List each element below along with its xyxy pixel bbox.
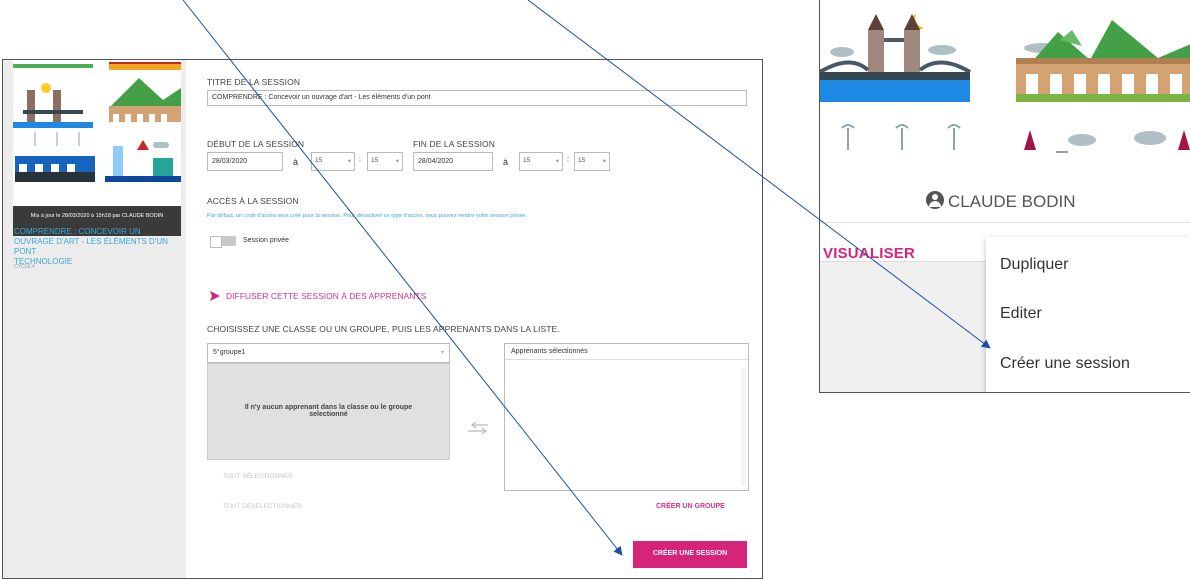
chevron-down-icon: ▾ <box>602 158 606 165</box>
chevron-down-icon: ▾ <box>555 158 559 165</box>
start-hour-select[interactable]: 15 ▾ <box>311 152 355 171</box>
access-label: ACCÈS À LA SESSION <box>207 196 299 206</box>
course-thumbnail <box>13 60 181 206</box>
course-cycle: CYCLE 4 <box>14 264 35 270</box>
chevron-down-icon: ▾ <box>395 158 399 165</box>
start-date-input[interactable]: 28/03/2020 <box>207 152 283 171</box>
selected-learners-header: Apprenants sélectionnés <box>505 344 748 360</box>
end-at-text: à <box>503 157 509 167</box>
create-session-button[interactable]: CRÉER UNE SESSION <box>633 541 747 568</box>
course-sidebar: Mis à jour le 28/03/2020 à 15h18 par CLA… <box>3 60 186 578</box>
start-at-text: à <box>293 157 299 167</box>
menu-item-dupliquer[interactable]: Dupliquer <box>1000 256 1068 274</box>
context-menu: Dupliquer Editer Créer une session <box>986 237 1190 392</box>
start-minute-select[interactable]: 15 ▾ <box>367 152 403 171</box>
session-title-input[interactable]: COMPRENDRE : Concevoir un ouvrage d'art … <box>207 90 747 106</box>
access-info: Par défaut, un code d'accès sera créé po… <box>207 213 528 219</box>
end-hour-select[interactable]: 15 ▾ <box>519 152 563 171</box>
author-label: CLAUDE BODIN <box>948 192 1076 211</box>
selected-learners-box[interactable]: Apprenants sélectionnés <box>504 343 749 491</box>
scrollbar[interactable] <box>741 368 746 486</box>
swap-arrows-icon[interactable] <box>464 419 492 439</box>
end-minute-value: 15 <box>578 157 586 164</box>
private-session-toggle[interactable] <box>210 236 236 248</box>
deselect-all-link[interactable]: TOUT DÉSÉLECTIONNER <box>223 503 302 510</box>
start-label: DÉBUT DE LA SESSION <box>207 139 305 149</box>
session-form: TITRE DE LA SESSION COMPRENDRE : Concevo… <box>207 60 757 578</box>
divider <box>820 222 1190 223</box>
visualiser-button[interactable]: VISUALISER <box>823 245 915 262</box>
title-label: TITRE DE LA SESSION <box>207 77 301 87</box>
user-circle-icon <box>926 191 944 209</box>
chevron-down-icon: ▾ <box>347 158 351 165</box>
end-minute-select[interactable]: 15 ▾ <box>574 152 610 171</box>
end-date-input[interactable]: 28/04/2020 <box>413 152 493 171</box>
course-card-window: CLAUDE BODIN VISUALISER ☆ Dupliquer Edit… <box>819 0 1190 393</box>
start-minute-value: 15 <box>371 157 379 164</box>
end-hour-value: 15 <box>523 157 531 164</box>
choose-label: CHOISISSEZ UNE CLASSE OU UN GROUPE, PUIS… <box>207 324 560 334</box>
author-name: CLAUDE BODIN <box>926 191 1076 212</box>
course-card: CLAUDE BODIN VISUALISER ☆ <box>820 0 1190 264</box>
chevron-down-icon: ▾ <box>440 350 444 356</box>
group-select[interactable]: 5°groupe1 ▾ <box>207 343 450 363</box>
start-colon: : <box>359 156 361 163</box>
menu-item-editer[interactable]: Editer <box>1000 305 1042 323</box>
session-form-window: Mis à jour le 28/03/2020 à 15h18 par CLA… <box>2 59 763 579</box>
learners-empty-box: Il n'y aucun apprenant dans la classe ou… <box>207 363 450 460</box>
start-hour-value: 15 <box>315 157 323 164</box>
select-all-link[interactable]: TOUT SÉLECTIONNER <box>223 473 293 480</box>
create-group-link[interactable]: CRÉER UN GROUPE <box>656 503 725 510</box>
end-label: FIN DE LA SESSION <box>413 139 496 149</box>
private-session-label: Session privée <box>243 237 289 244</box>
group-select-value: 5°groupe1 <box>213 349 246 356</box>
menu-item-creer-session[interactable]: Créer une session <box>1000 355 1130 373</box>
diffuse-session-link[interactable]: DIFFUSER CETTE SESSION À DES APPRENANTS <box>226 291 426 301</box>
course-card-illustration <box>820 0 1190 176</box>
course-title-text[interactable]: COMPRENDRE : CONCEVOIR UN OUVRAGE D'ART … <box>14 227 168 256</box>
course-title-link[interactable]: COMPRENDRE : CONCEVOIR UN OUVRAGE D'ART … <box>14 227 182 267</box>
end-colon: : <box>567 156 569 163</box>
send-icon <box>210 291 220 301</box>
